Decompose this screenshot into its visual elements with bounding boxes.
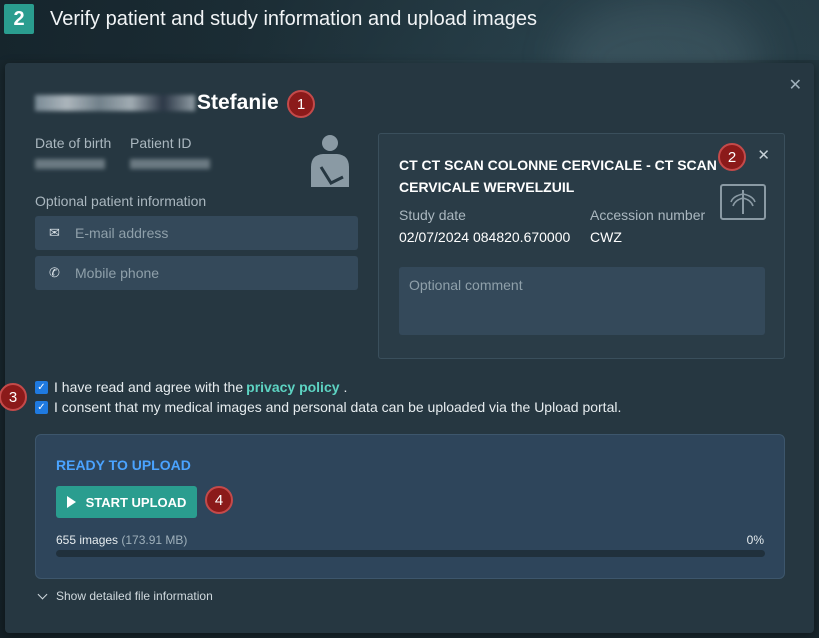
email-field[interactable]: ✉ E-mail address — [35, 216, 358, 250]
study-date-label: Study date — [399, 207, 466, 223]
study-date: Study date 02/07/2024 084820.670000 — [399, 207, 570, 245]
accession-label: Accession number — [590, 207, 706, 223]
upload-consent-text: I consent that my medical images and per… — [54, 399, 622, 415]
image-size: (173.91 MB) — [121, 533, 188, 547]
upload-consent-checkbox[interactable]: ✓ — [35, 400, 48, 414]
redacted-surname — [35, 95, 195, 111]
date-of-birth: Date of birth — [35, 135, 111, 174]
annotation-marker-2: 2 — [718, 143, 746, 171]
privacy-suffix: . — [343, 379, 348, 395]
close-icon[interactable]: ✕ — [789, 75, 802, 95]
remove-study-icon[interactable]: ✕ — [757, 146, 770, 164]
phone-placeholder: Mobile phone — [75, 265, 160, 281]
envelope-icon: ✉ — [49, 225, 60, 240]
upload-consent: ✓ I consent that my medical images and p… — [35, 399, 621, 415]
xray-icon — [720, 184, 766, 220]
patient-id-label: Patient ID — [130, 135, 192, 151]
accession-value: CWZ — [590, 229, 622, 245]
step-header: 2 Verify patient and study information a… — [4, 4, 537, 34]
phone-icon: ✆ — [49, 265, 60, 280]
image-count-value: 655 images — [56, 533, 119, 547]
email-placeholder: E-mail address — [75, 225, 169, 241]
privacy-text: I have read and agree with the — [54, 379, 244, 395]
phone-field[interactable]: ✆ Mobile phone — [35, 256, 358, 290]
annotation-marker-1: 1 — [287, 90, 315, 118]
step-title: Verify patient and study information and… — [50, 7, 537, 30]
comment-field[interactable]: Optional comment — [399, 267, 765, 335]
annotation-marker-4: 4 — [205, 486, 233, 514]
redacted-dob — [35, 159, 105, 169]
optional-info-label: Optional patient information — [35, 193, 207, 209]
accession-number: Accession number CWZ — [590, 207, 705, 245]
annotation-marker-3: 3 — [0, 383, 27, 411]
show-details-label: Show detailed file information — [56, 589, 213, 603]
verification-panel: ✕ Stefanie 1 Date of birth Patient ID Op… — [0, 63, 814, 633]
privacy-policy-link[interactable]: privacy policy — [246, 379, 339, 395]
upload-percent: 0% — [746, 533, 764, 547]
study-title: CT CT SCAN COLONNE CERVICALE - CT SCAN C… — [399, 157, 717, 195]
chevron-down-icon — [37, 589, 48, 599]
patient-first-name: Stefanie — [197, 91, 279, 114]
start-upload-button[interactable]: START UPLOAD — [56, 486, 197, 518]
start-upload-label: START UPLOAD — [85, 494, 187, 510]
show-details-toggle[interactable]: Show detailed file information — [37, 589, 213, 603]
privacy-checkbox[interactable]: ✓ — [35, 380, 48, 394]
play-icon — [66, 496, 76, 508]
image-count: 655 images (173.91 MB) — [56, 533, 187, 547]
study-date-value: 02/07/2024 084820.670000 — [399, 229, 571, 245]
step-number: 2 — [4, 4, 34, 34]
privacy-consent: ✓ I have read and agree with the privacy… — [35, 379, 347, 395]
progress-bar — [56, 550, 765, 557]
upload-box: READY TO UPLOAD START UPLOAD 655 images … — [35, 434, 785, 579]
patient-name: Stefanie — [35, 91, 279, 115]
patient-icon — [311, 135, 349, 187]
redacted-patient-id — [130, 159, 210, 169]
patient-id: Patient ID — [130, 135, 210, 174]
dob-label: Date of birth — [35, 135, 112, 151]
upload-status: READY TO UPLOAD — [56, 457, 191, 473]
